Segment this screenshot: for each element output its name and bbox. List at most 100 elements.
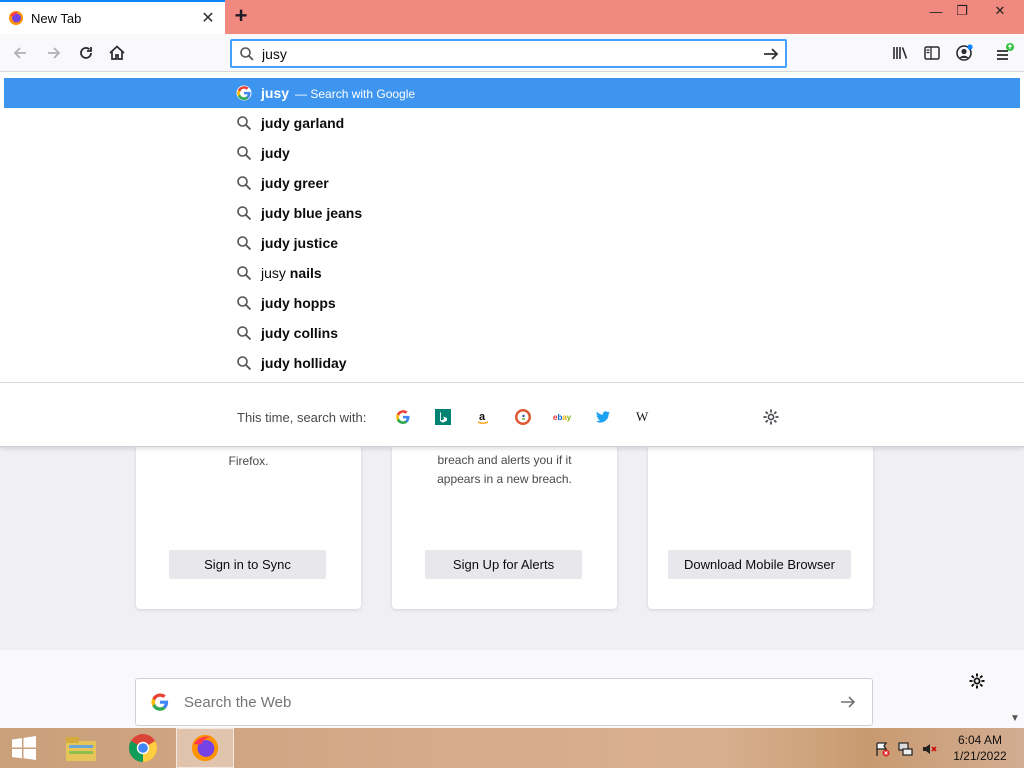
home-button[interactable] (103, 39, 131, 67)
suggestion-row[interactable]: jusy nails (4, 258, 1020, 288)
search-icon (236, 355, 252, 371)
search-icon (236, 205, 252, 221)
sign-in-to-sync-button[interactable]: Sign in to Sync (169, 550, 326, 579)
tab-title: New Tab (31, 10, 82, 26)
search-icon (236, 175, 252, 191)
windows-start-icon (12, 736, 36, 760)
card-text: appears in a new breach. (437, 472, 572, 486)
monitor-card: breach and alerts you if it appears in a… (392, 447, 617, 609)
firefox-icon (9, 11, 23, 25)
suggestion-typed-text: jusy (261, 265, 286, 281)
suggestion-row[interactable]: judy hopps (4, 288, 1020, 318)
one-off-search-bar: This time, search with: a ebay W (0, 382, 1024, 447)
close-window-button[interactable]: ✕ (984, 0, 1016, 22)
card-text: Firefox. (228, 454, 269, 468)
clock-date: 1/21/2022 (953, 749, 1007, 763)
clock-time: 6:04 AM (957, 733, 1003, 747)
web-search-input[interactable] (184, 693, 824, 711)
scroll-down-arrow-icon[interactable]: ▼ (1010, 713, 1020, 724)
bing-icon[interactable] (431, 405, 455, 429)
amazon-icon[interactable]: a (471, 405, 495, 429)
web-search-box[interactable] (135, 678, 873, 726)
volume-muted-icon[interactable] (920, 740, 938, 758)
start-button[interactable] (0, 728, 48, 768)
suggestion-row[interactable]: judy garland (4, 108, 1020, 138)
suggestion-action-text: — Search with Google (295, 87, 416, 101)
firefox-icon (191, 734, 219, 762)
network-icon[interactable] (897, 740, 915, 758)
reload-button[interactable] (72, 39, 100, 67)
close-tab-icon[interactable]: ✕ (197, 7, 219, 29)
suggestion-completion-text: judy blue jeans (261, 205, 363, 221)
forward-arrow-icon (48, 47, 61, 59)
suggestion-row[interactable]: judy justice (4, 228, 1020, 258)
suggestion-text: judy garland (261, 115, 344, 131)
suggestion-text: judy (261, 145, 290, 161)
suggestion-text: jusy — Search with Google (261, 85, 415, 101)
google-icon (236, 85, 252, 101)
search-arrow-icon[interactable] (824, 693, 872, 711)
menu-button[interactable] (991, 39, 1019, 67)
go-arrow-icon[interactable] (757, 45, 785, 63)
duckduckgo-icon[interactable] (511, 405, 535, 429)
suggestion-row[interactable]: judy (4, 138, 1020, 168)
gear-icon[interactable] (759, 405, 783, 429)
suggestion-text: jusy nails (261, 265, 322, 281)
hamburger-menu-icon (997, 43, 1014, 60)
library-icon (893, 47, 908, 59)
card-text: breach and alerts you if it (437, 453, 572, 467)
new-tab-page: Firefox. Sign in to Sync breach and aler… (0, 447, 1024, 728)
svg-text:ebay: ebay (553, 413, 572, 422)
urlbar-suggestions-popup: jusy — Search with Google judy garland judy… (0, 72, 1024, 447)
ebay-icon[interactable]: ebay (551, 405, 575, 429)
sign-up-for-alerts-button[interactable]: Sign Up for Alerts (425, 550, 582, 579)
download-mobile-browser-button[interactable]: Download Mobile Browser (668, 550, 851, 579)
suggestion-text: judy blue jeans (261, 205, 362, 221)
file-explorer-button[interactable] (52, 728, 110, 768)
home-icon (109, 45, 125, 60)
suggestion-text: judy collins (261, 325, 338, 341)
taskbar: 6:04 AM 1/21/2022 (0, 728, 1024, 768)
suggestion-text: judy hopps (261, 295, 336, 311)
navigation-toolbar (0, 34, 1024, 72)
address-input[interactable] (262, 45, 757, 62)
account-button[interactable] (950, 39, 978, 67)
search-icon (236, 295, 252, 311)
back-arrow-icon (13, 47, 26, 59)
twitter-icon[interactable] (591, 405, 615, 429)
suggestion-row-selected[interactable]: jusy — Search with Google (4, 78, 1020, 108)
google-icon[interactable] (391, 405, 415, 429)
library-button[interactable] (886, 39, 914, 67)
suggestion-completion-text: judy collins (261, 325, 339, 341)
sidebar-button[interactable] (918, 39, 946, 67)
taskbar-clock[interactable]: 6:04 AM 1/21/2022 (944, 732, 1016, 764)
suggestion-completion-text: judy garland (261, 115, 345, 131)
sidebar-icon (924, 46, 940, 60)
suggestion-row[interactable]: judy holliday (4, 348, 1020, 378)
mobile-card: Download Mobile Browser (648, 447, 873, 609)
firefox-taskbar-button[interactable] (176, 728, 234, 768)
tab-new-tab[interactable]: New Tab ✕ (0, 0, 225, 34)
search-icon (236, 115, 252, 131)
restore-button[interactable]: ❐ (946, 0, 978, 22)
suggestion-text: judy holliday (261, 355, 347, 371)
svg-text:a: a (479, 411, 486, 423)
suggestion-completion-text: judy holliday (261, 355, 347, 371)
suggestion-completion-text: judy greer (261, 175, 329, 191)
chrome-icon (129, 734, 157, 762)
wikipedia-icon[interactable]: W (631, 405, 655, 429)
suggestion-row[interactable]: judy greer (4, 168, 1020, 198)
title-bar: New Tab ✕ + — ❐ ✕ (0, 0, 1024, 34)
forward-button[interactable] (40, 39, 68, 67)
action-center-flag-icon[interactable] (873, 740, 891, 758)
back-button[interactable] (6, 39, 34, 67)
chrome-button[interactable] (114, 728, 172, 768)
suggestion-row[interactable]: judy blue jeans (4, 198, 1020, 228)
new-tab-button[interactable]: + (230, 3, 252, 28)
suggestion-row[interactable]: judy collins (4, 318, 1020, 348)
one-off-label: This time, search with: (237, 410, 367, 425)
address-bar[interactable] (230, 39, 787, 68)
file-explorer-icon (66, 737, 96, 761)
page-settings-gear-icon[interactable] (965, 669, 989, 693)
suggestion-completion-text: nails (285, 265, 322, 281)
